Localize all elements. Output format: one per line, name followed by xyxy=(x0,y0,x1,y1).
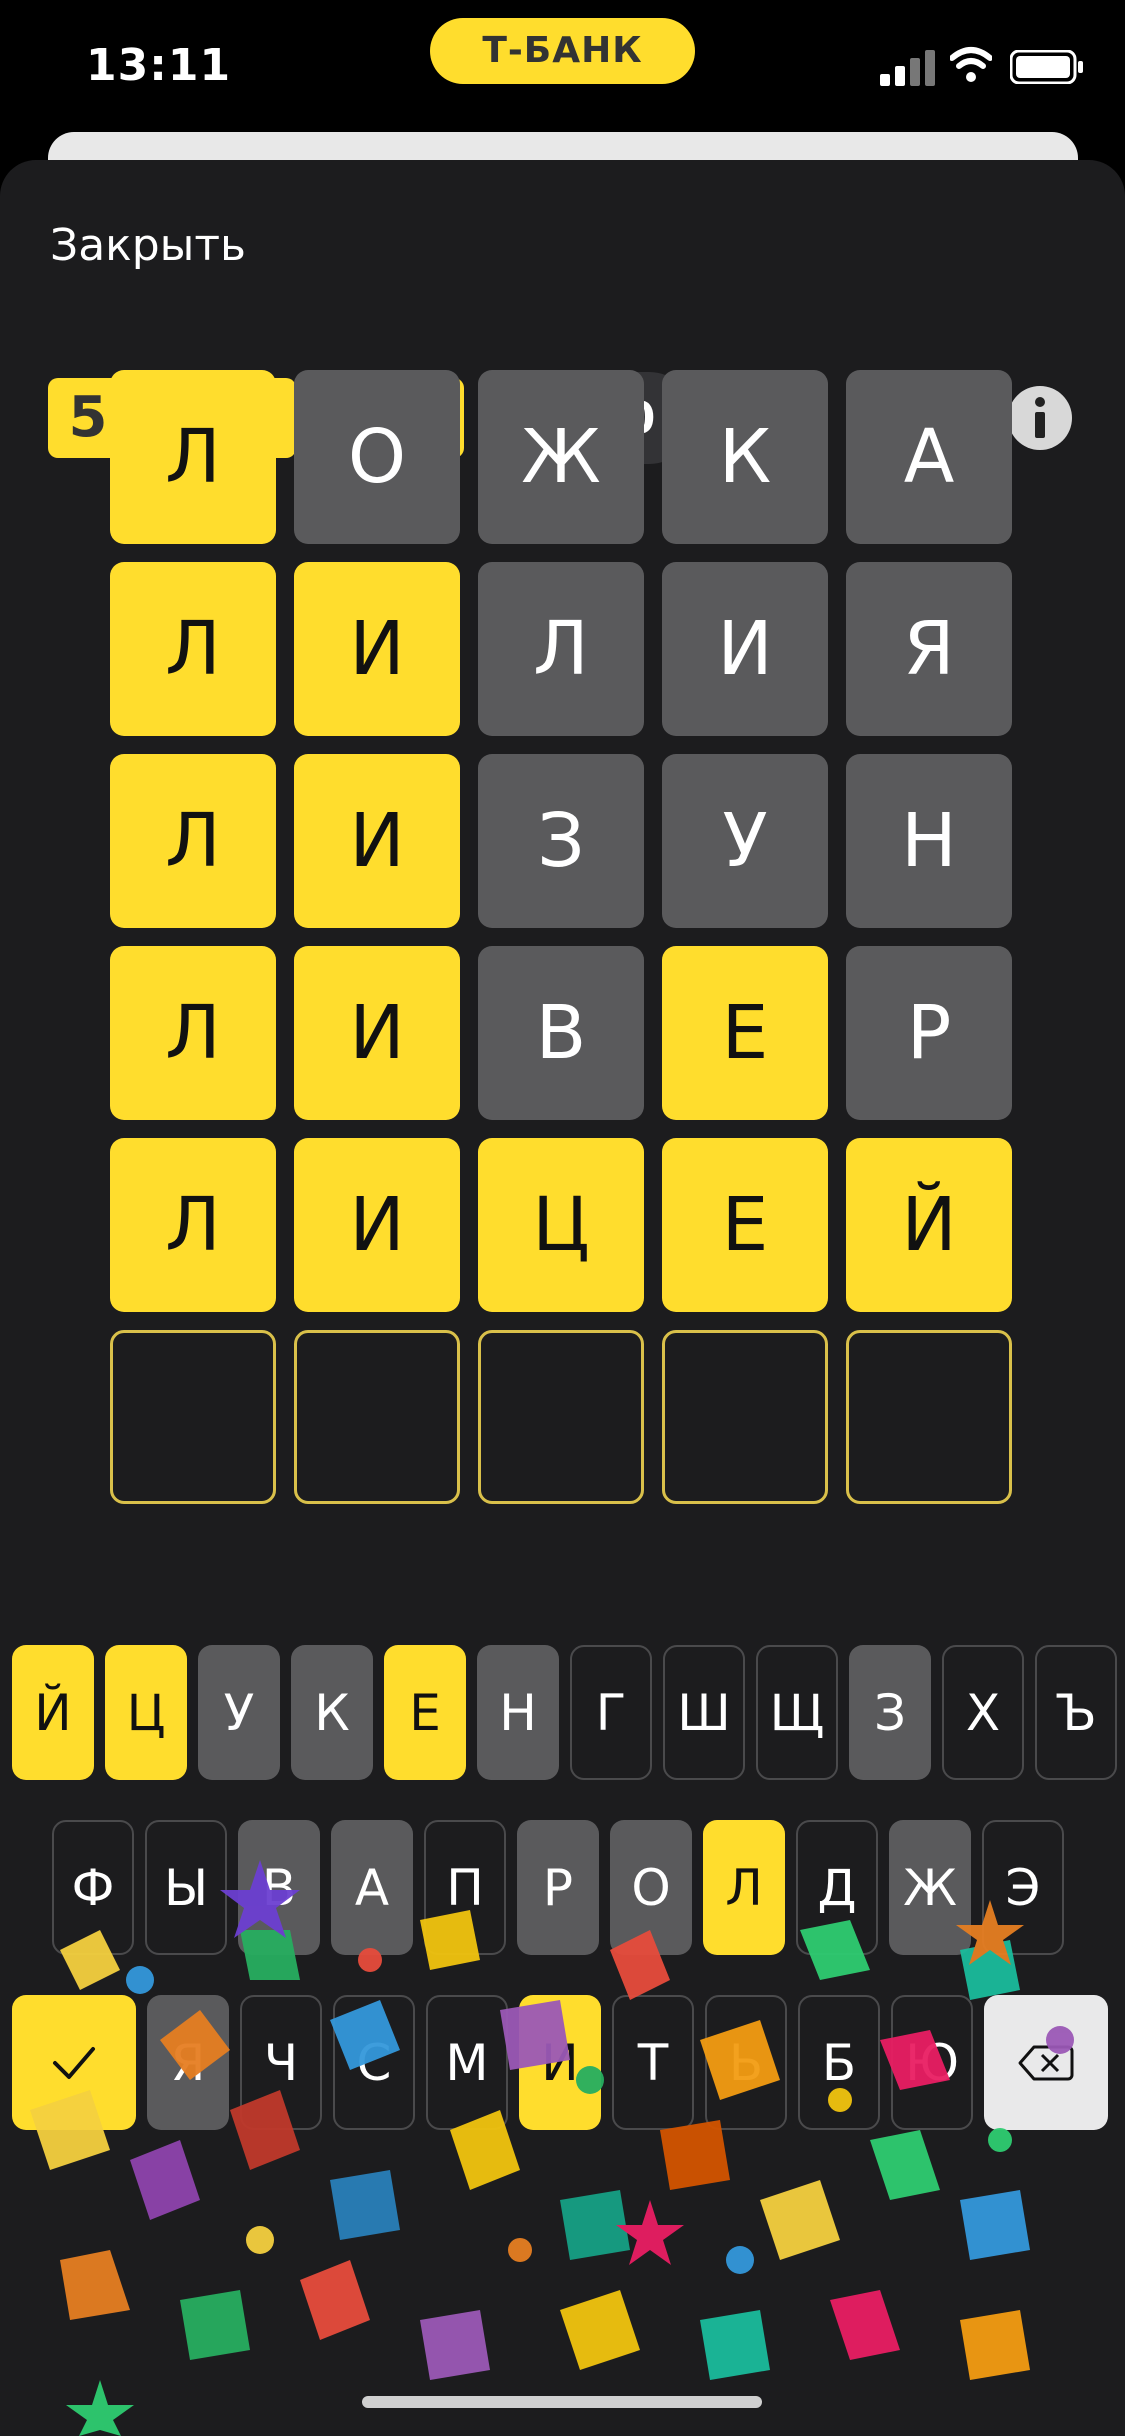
letter-tile xyxy=(846,1330,1012,1504)
keyboard-row-2: ФЫВАПРОЛДЖЭ xyxy=(52,1820,1064,1955)
key-Л[interactable]: Л xyxy=(703,1820,785,1955)
home-indicator xyxy=(362,2396,762,2408)
status-time: 13:11 xyxy=(86,40,232,91)
letter-tile: Ж xyxy=(478,370,644,544)
letter-tile: И xyxy=(662,562,828,736)
letter-tile: К xyxy=(662,370,828,544)
key-К[interactable]: К xyxy=(291,1645,373,1780)
key-З[interactable]: З xyxy=(849,1645,931,1780)
guess-grid: ЛОЖКАЛИЛИЯЛИЗУНЛИВЕРЛИЦЕЙ xyxy=(110,370,1012,1522)
key-М[interactable]: М xyxy=(426,1995,508,2130)
key-Ц[interactable]: Ц xyxy=(105,1645,187,1780)
key-Ч[interactable]: Ч xyxy=(240,1995,322,2130)
key-Щ[interactable]: Щ xyxy=(756,1645,838,1780)
key-Р[interactable]: Р xyxy=(517,1820,599,1955)
letter-tile xyxy=(294,1330,460,1504)
letter-tile: Ц xyxy=(478,1138,644,1312)
letter-tile: И xyxy=(294,946,460,1120)
key-Д[interactable]: Д xyxy=(796,1820,878,1955)
key-Ф[interactable]: Ф xyxy=(52,1820,134,1955)
letter-tile: Л xyxy=(110,1138,276,1312)
letter-tile: Е xyxy=(662,946,828,1120)
info-icon[interactable] xyxy=(1004,382,1076,454)
key-П[interactable]: П xyxy=(424,1820,506,1955)
key-Я[interactable]: Я xyxy=(147,1995,229,2130)
backspace-button[interactable] xyxy=(984,1995,1108,2130)
letter-tile xyxy=(110,1330,276,1504)
letter-tile: Л xyxy=(110,946,276,1120)
key-О[interactable]: О xyxy=(610,1820,692,1955)
letter-tile: И xyxy=(294,562,460,736)
battery-icon xyxy=(1010,50,1083,84)
letter-tile: Р xyxy=(846,946,1012,1120)
keyboard-row-1: ЙЦУКЕНГШЩЗХЪ xyxy=(12,1645,1117,1780)
letter-tile: Я xyxy=(846,562,1012,736)
key-В[interactable]: В xyxy=(238,1820,320,1955)
bank-badge[interactable]: Т-БАНК xyxy=(430,18,695,84)
checkmark-icon xyxy=(53,2046,95,2079)
letter-tile: З xyxy=(478,754,644,928)
letter-tile: Е xyxy=(662,1138,828,1312)
key-А[interactable]: А xyxy=(331,1820,413,1955)
guess-row: ЛОЖКА xyxy=(110,370,1012,544)
letter-tile: И xyxy=(294,754,460,928)
key-Е[interactable]: Е xyxy=(384,1645,466,1780)
letter-tile: И xyxy=(294,1138,460,1312)
key-Х[interactable]: Х xyxy=(942,1645,1024,1780)
key-Й[interactable]: Й xyxy=(12,1645,94,1780)
letter-tile: В xyxy=(478,946,644,1120)
keyboard-row-3: ЯЧСМИТЬБЮ xyxy=(12,1995,1108,2130)
letter-tile: Й xyxy=(846,1138,1012,1312)
letter-tile: Л xyxy=(110,562,276,736)
key-Э[interactable]: Э xyxy=(982,1820,1064,1955)
guess-row: ЛИЗУН xyxy=(110,754,1012,928)
letter-tile: Л xyxy=(110,370,276,544)
key-Т[interactable]: Т xyxy=(612,1995,694,2130)
letter-tile: А xyxy=(846,370,1012,544)
guess-row: ЛИВЕР xyxy=(110,946,1012,1120)
guess-row xyxy=(110,1330,1012,1504)
key-Г[interactable]: Г xyxy=(570,1645,652,1780)
status-bar: 13:11 Т-БАНК xyxy=(0,0,1125,150)
key-С[interactable]: С xyxy=(333,1995,415,2130)
guess-row: ЛИЦЕЙ xyxy=(110,1138,1012,1312)
letter-tile: Н xyxy=(846,754,1012,928)
letter-tile: Л xyxy=(110,754,276,928)
letter-tile: О xyxy=(294,370,460,544)
guess-row: ЛИЛИЯ xyxy=(110,562,1012,736)
key-И[interactable]: И xyxy=(519,1995,601,2130)
key-Ш[interactable]: Ш xyxy=(663,1645,745,1780)
cellular-signal-icon xyxy=(880,50,935,86)
submit-button[interactable] xyxy=(12,1995,136,2130)
letter-tile: Л xyxy=(478,562,644,736)
key-У[interactable]: У xyxy=(198,1645,280,1780)
letter-tile: У xyxy=(662,754,828,928)
key-Ж[interactable]: Ж xyxy=(889,1820,971,1955)
letter-tile xyxy=(662,1330,828,1504)
key-Ъ[interactable]: Ъ xyxy=(1035,1645,1117,1780)
key-Ы[interactable]: Ы xyxy=(145,1820,227,1955)
key-Н[interactable]: Н xyxy=(477,1645,559,1780)
wifi-icon xyxy=(950,47,992,82)
key-Ю[interactable]: Ю xyxy=(891,1995,973,2130)
close-button[interactable]: Закрыть xyxy=(50,220,246,271)
key-Ь[interactable]: Ь xyxy=(705,1995,787,2130)
key-Б[interactable]: Б xyxy=(798,1995,880,2130)
letter-tile xyxy=(478,1330,644,1504)
backspace-icon xyxy=(1018,2045,1074,2080)
